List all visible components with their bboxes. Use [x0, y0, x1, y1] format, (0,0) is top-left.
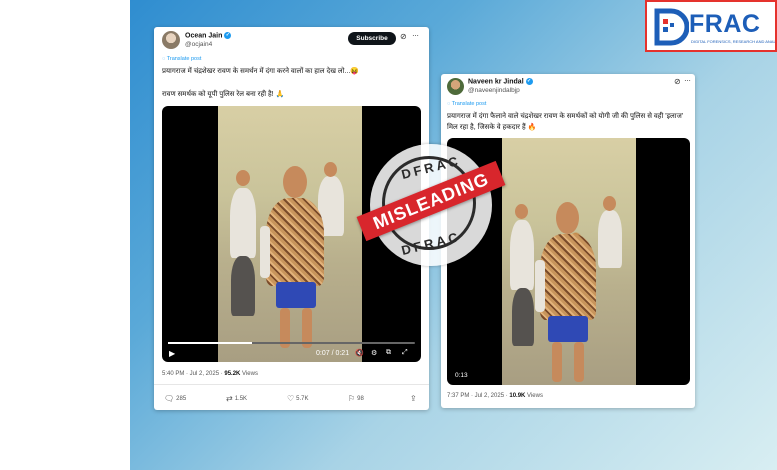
bookmark-count: 98: [357, 396, 364, 403]
settings-icon[interactable]: ⚙: [371, 349, 377, 357]
views-count: 95.2K: [224, 371, 241, 377]
share-button[interactable]: ⇪: [410, 394, 419, 403]
bystander-head-2: [324, 162, 337, 177]
bystander-figure: [230, 188, 256, 258]
video-time: 0:13: [455, 372, 468, 379]
reply-button[interactable]: 🗨 285: [164, 394, 186, 403]
leg-left: [552, 342, 562, 382]
more-icon[interactable]: ···: [412, 31, 419, 40]
misleading-stamp: DFRAC MISLEADING DFRAC: [356, 144, 506, 266]
views-count: 10.9K: [509, 393, 526, 399]
more-icon[interactable]: ···: [684, 76, 691, 85]
verified-icon: ✓: [224, 32, 232, 39]
video-frame: [218, 106, 362, 362]
views-label: Views: [525, 393, 543, 399]
pip-icon[interactable]: ⧉: [386, 349, 391, 357]
bystander-figure-2: [598, 210, 622, 268]
grok-icon[interactable]: ⊘: [400, 32, 407, 41]
blue-shorts: [276, 282, 316, 308]
dfrac-logo-icon: [654, 8, 689, 46]
translate-link[interactable]: ◌ Translate post: [447, 101, 486, 107]
logo-subtitle: DIGITAL FORENSICS, RESEARCH AND ANALYTIC…: [691, 39, 775, 44]
reply-count: 285: [176, 396, 187, 403]
grok-icon[interactable]: ⊘: [674, 77, 681, 86]
bystander-head: [236, 170, 250, 186]
bystander-legs: [231, 256, 255, 316]
leg-right: [574, 342, 584, 382]
bookmark-button[interactable]: ⚐ 98: [348, 394, 364, 403]
video-controls: ▶ 0:07 / 0:21 🔇 ⚙ ⧉ ⤢: [162, 340, 421, 362]
repost-button[interactable]: ⇄ 1.5K: [226, 394, 247, 403]
like-count: 5.7K: [296, 396, 309, 403]
blue-shorts: [548, 316, 588, 342]
tweet-text-line2: रावण समर्थक को यूपी पुलिस रेल बना रही है…: [162, 91, 285, 98]
action-bar: 🗨 285 ⇄ 1.5K ♡ 5.7K ⚐ 98 ⇪: [162, 394, 424, 406]
video-time: 0:07 / 0:21: [316, 350, 350, 357]
dfrac-logo: FRAC DIGITAL FORENSICS, RESEARCH AND ANA…: [645, 0, 777, 52]
man-head: [283, 166, 307, 198]
bandaged-arm: [260, 226, 270, 278]
tweet-text: प्रयागराज में दंगा फैलाने वाले चंद्रशेखर…: [447, 113, 684, 131]
man-in-printed-shirt: [266, 198, 324, 286]
like-icon: ♡: [287, 394, 295, 403]
play-icon[interactable]: ▶: [169, 349, 175, 358]
translate-label: Translate post: [451, 101, 487, 107]
man-head: [556, 202, 579, 234]
like-button[interactable]: ♡ 5.7K: [287, 394, 309, 403]
timestamp[interactable]: 7:37 PM · Jul 2, 2025 ·: [447, 393, 509, 399]
avatar[interactable]: [162, 31, 180, 49]
fullscreen-icon[interactable]: ⤢: [402, 349, 408, 357]
subscribe-button[interactable]: Subscribe: [348, 32, 396, 45]
repost-icon: ⇄: [226, 394, 233, 403]
video-frame: [502, 138, 636, 385]
tweet-meta: 5:40 PM · Jul 2, 2025 · 95.2K Views: [162, 371, 258, 377]
logo-wordmark: FRAC: [689, 10, 761, 38]
views-label: Views: [240, 371, 258, 377]
author-name[interactable]: Ocean Jain ✓: [185, 32, 232, 40]
bystander-head: [515, 204, 528, 219]
translate-link[interactable]: ◌ Translate post: [162, 56, 201, 62]
share-icon: ⇪: [410, 394, 417, 403]
author-handle[interactable]: @naveenjindalbjp: [468, 87, 520, 94]
tweet-text-line1: प्रयागराज में चंद्रशेखर रावण के समर्थन म…: [162, 68, 359, 75]
translate-label: Translate post: [166, 56, 202, 62]
bystander-legs: [512, 288, 534, 346]
author-name-text: Naveen kr Jindal: [468, 78, 524, 86]
bandaged-arm: [535, 260, 545, 312]
tweet-meta: 7:37 PM · Jul 2, 2025 · 10.9K Views: [447, 393, 543, 399]
bystander-head-2: [603, 196, 616, 211]
left-margin: [0, 0, 130, 470]
author-name-text: Ocean Jain: [185, 32, 223, 40]
video-progress-bar[interactable]: [168, 342, 415, 344]
author-name[interactable]: Naveen kr Jindal ✓: [468, 78, 533, 85]
man-in-printed-shirt: [540, 234, 596, 320]
timestamp[interactable]: 5:40 PM · Jul 2, 2025 ·: [162, 371, 224, 377]
volume-icon[interactable]: 🔇: [355, 349, 364, 357]
repost-count: 1.5K: [234, 396, 248, 403]
avatar[interactable]: [447, 78, 464, 95]
author-handle[interactable]: @ocjain4: [185, 41, 212, 48]
bookmark-icon: ⚐: [348, 394, 356, 403]
divider: [154, 384, 429, 385]
reply-icon: 🗨: [164, 394, 175, 403]
bystander-figure: [510, 220, 534, 290]
verified-icon: ✓: [525, 78, 533, 85]
